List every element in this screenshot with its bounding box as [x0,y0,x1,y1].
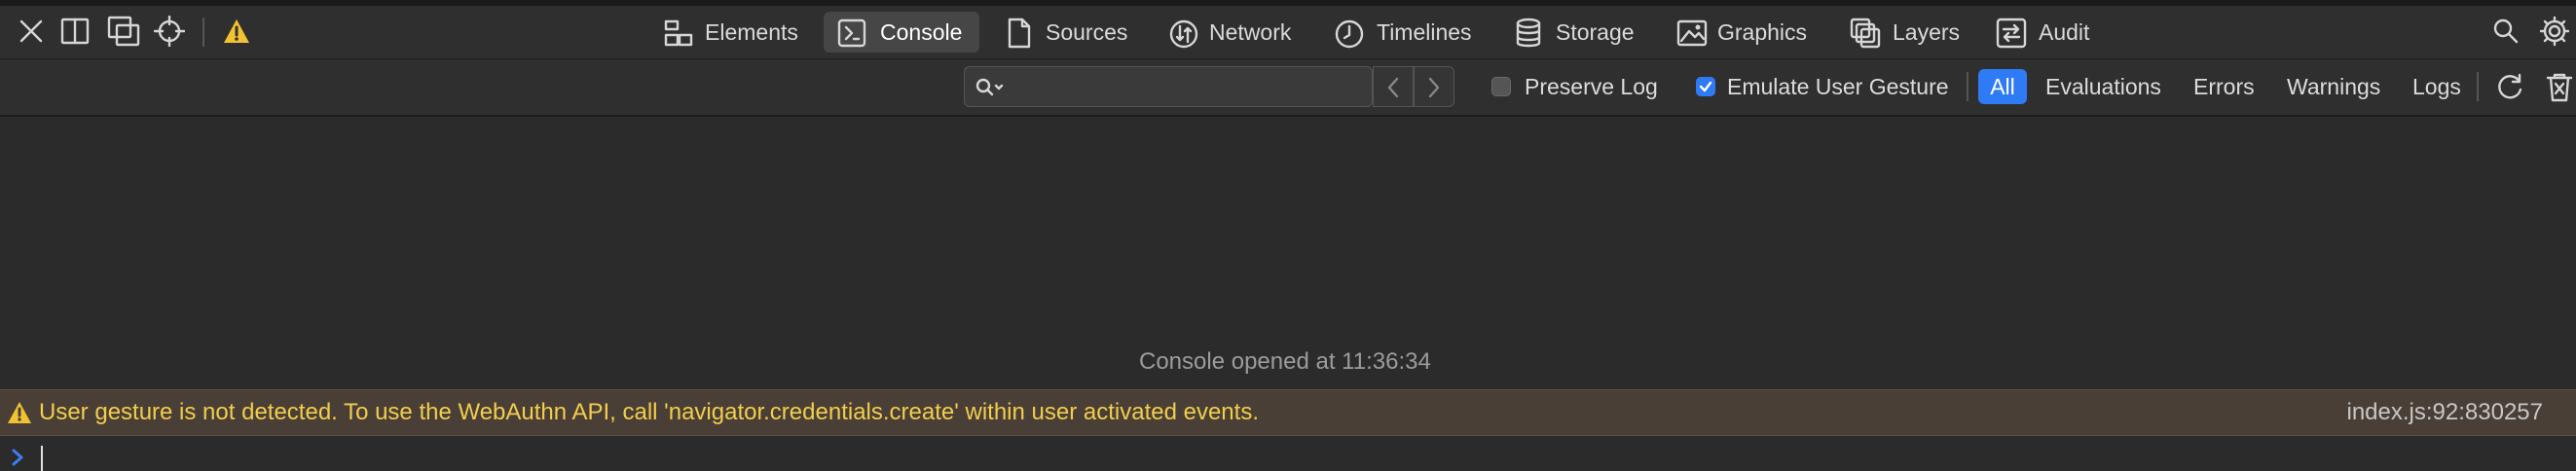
close-icon[interactable] [18,18,45,45]
tab-sources-label: Sources [1046,19,1128,45]
tab-sources[interactable]: Sources [1001,12,1133,53]
search-icon[interactable] [2492,18,2520,45]
tab-layers[interactable]: Layers [1848,12,1965,53]
search-next-button[interactable] [1414,66,1454,107]
filter-evaluations[interactable]: Evaluations [2045,73,2161,100]
toolbar-separator [202,18,204,47]
inspector-window: { "toolbar": { "tabs": [ {"label":"Eleme… [0,0,2576,471]
undock-icon[interactable] [107,16,140,47]
filter-warnings[interactable]: Warnings [2287,73,2380,100]
settings-icon[interactable] [2539,16,2570,47]
clear-log-icon[interactable] [2545,72,2574,103]
network-icon [1169,19,1198,49]
graphics-icon [1676,19,1708,47]
console-opened-message: Console opened at 11:36:34 [1139,348,1431,375]
tab-network-label: Network [1209,19,1292,45]
tab-audit[interactable]: Audit [1994,12,2101,53]
warning-icon[interactable] [222,18,251,45]
console-search-field[interactable] [964,66,1373,107]
tab-storage[interactable]: Storage [1513,12,1643,53]
chevron-right-icon [1428,77,1440,98]
filter-all[interactable]: All [1978,69,2027,104]
filter-separator [2477,72,2479,101]
tab-timelines[interactable]: Timelines [1334,12,1490,53]
storage-icon [1516,18,1541,48]
target-icon[interactable] [154,16,185,47]
warning-text: User gesture is not detected. To use the… [39,399,1259,425]
preserve-log-checkbox[interactable] [1491,77,1511,96]
emulate-gesture-label: Emulate User Gesture [1727,74,1949,99]
warning-source-link[interactable]: index.js:92:830257 [2347,399,2544,426]
tab-network[interactable]: Network [1164,12,1308,53]
tab-audit-label: Audit [2039,19,2090,45]
reload-icon[interactable] [2494,72,2525,103]
console-icon [837,18,866,48]
warning-icon [8,402,31,423]
emulate-gesture-checkbox[interactable] [1696,77,1715,96]
tab-console-label: Console [880,19,963,45]
dock-side-icon[interactable] [60,18,90,45]
preserve-log-label: Preserve Log [1525,74,1658,99]
search-previous-button[interactable] [1373,66,1414,107]
tab-timelines-label: Timelines [1377,19,1472,45]
prompt-chevron-icon [12,449,23,466]
audit-icon [1996,18,2027,49]
sources-icon [1008,18,1031,49]
layers-icon [1850,18,1881,49]
filter-errors[interactable]: Errors [2193,73,2255,100]
tab-elements[interactable]: Elements [658,12,806,53]
tab-console[interactable]: Console [824,12,979,53]
console-warning-message: User gesture is not detected. To use the… [0,389,2576,436]
filter-separator [1967,72,1969,101]
elements-icon [664,19,693,47]
tab-elements-label: Elements [705,19,798,45]
tab-storage-label: Storage [1556,19,1635,45]
main-toolbar: Elements Console Sources Network Timelin… [0,6,2576,59]
chevron-left-icon [1387,77,1399,98]
search-options-icon[interactable] [975,77,1008,98]
console-prompt[interactable] [0,436,2576,471]
tab-graphics[interactable]: Graphics [1674,12,1817,53]
tab-graphics-label: Graphics [1717,19,1808,45]
timelines-icon [1335,19,1364,49]
checkmark-icon [1699,81,1712,92]
search-input[interactable] [1012,71,1366,104]
filter-logs[interactable]: Logs [2412,73,2461,100]
text-cursor [41,446,43,471]
tab-layers-label: Layers [1893,19,1961,45]
